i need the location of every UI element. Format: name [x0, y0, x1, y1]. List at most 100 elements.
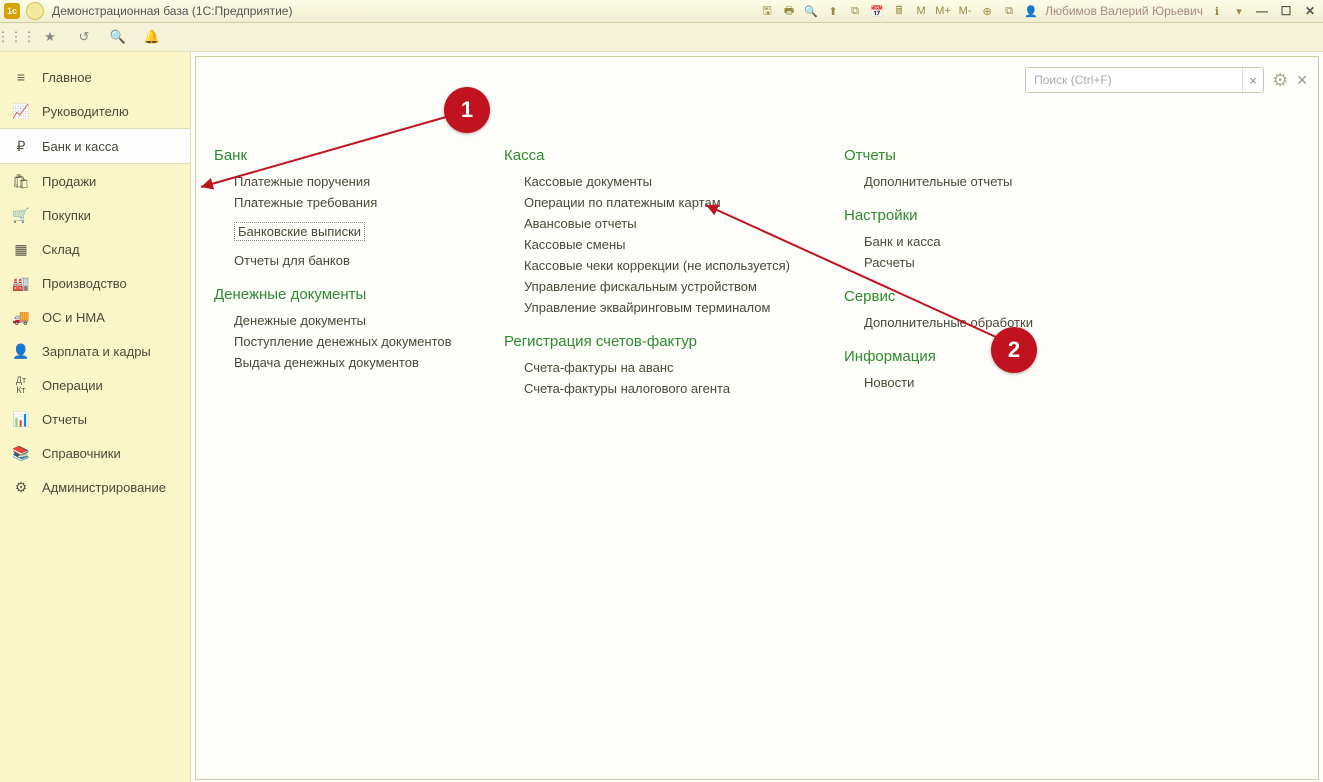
- column-3: Отчеты Дополнительные отчеты Настройки Б…: [844, 147, 1094, 402]
- sidebar-item-main[interactable]: ≡ Главное: [0, 60, 190, 94]
- sidebar-item-references[interactable]: 📚 Справочники: [0, 436, 190, 470]
- sidebar-item-label: Банк и касса: [42, 139, 119, 154]
- dtkt-icon: ДтКт: [12, 375, 30, 395]
- group-reg-sf-title[interactable]: Регистрация счетов-фактур: [504, 333, 804, 350]
- link-settings-bank[interactable]: Банк и касса: [864, 234, 1094, 249]
- content-header: × ⚙ ✕: [1025, 67, 1308, 93]
- sidebar-item-warehouse[interactable]: ▦ Склад: [0, 232, 190, 266]
- group-service-title[interactable]: Сервис: [844, 288, 1094, 305]
- sidebar-item-operations[interactable]: ДтКт Операции: [0, 368, 190, 402]
- window-title: Демонстрационная база (1С:Предприятие): [52, 4, 292, 18]
- sidebar-item-bank-cash[interactable]: ₽ Банк и касса: [0, 128, 190, 164]
- search-box: ×: [1025, 67, 1264, 93]
- link-extra-processing[interactable]: Дополнительные обработки: [864, 315, 1094, 330]
- content-panel: × ⚙ ✕ 1 2 Банк Платежные поручения Плате…: [195, 56, 1319, 780]
- toolbar: ⋮⋮⋮ ★ ↺ 🔍 🔔: [0, 23, 1323, 52]
- truck-icon: 🚚: [12, 309, 30, 326]
- menu-columns: Банк Платежные поручения Платежные требо…: [214, 147, 1300, 402]
- group-info-title[interactable]: Информация: [844, 348, 1094, 365]
- link-payment-demands[interactable]: Платежные требования: [234, 195, 464, 210]
- search-input[interactable]: [1026, 73, 1242, 87]
- group-money-docs-title[interactable]: Денежные документы: [214, 286, 464, 303]
- calendar-icon[interactable]: 📅: [869, 3, 885, 19]
- upload-icon[interactable]: ⬆: [825, 3, 841, 19]
- sidebar: ≡ Главное 📈 Руководителю ₽ Банк и касса …: [0, 52, 191, 782]
- link-news[interactable]: Новости: [864, 375, 1094, 390]
- help-icon[interactable]: ℹ: [1209, 3, 1225, 19]
- link-extra-reports[interactable]: Дополнительные отчеты: [864, 174, 1094, 189]
- favorite-icon[interactable]: ★: [40, 27, 60, 47]
- bell-icon[interactable]: 🔔: [142, 27, 162, 47]
- title-right-cluster: 🖫 🖶 🔍 ⬆ ⧉ 📅 🖩 M M+ M- ⊕ ⧉ 👤 Любимов Вале…: [759, 3, 1319, 19]
- minimize-button[interactable]: —: [1253, 3, 1271, 19]
- sidebar-item-manager[interactable]: 📈 Руководителю: [0, 94, 190, 128]
- calc-icon[interactable]: 🖩: [891, 3, 907, 19]
- link-card-operations[interactable]: Операции по платежным картам: [524, 195, 804, 210]
- group-kassa-title[interactable]: Касса: [504, 147, 804, 164]
- sidebar-item-purchases[interactable]: 🛒 Покупки: [0, 198, 190, 232]
- app-logo-icon: 1с: [4, 3, 20, 19]
- mem-mplus[interactable]: M+: [935, 3, 951, 19]
- group-settings-title[interactable]: Настройки: [844, 207, 1094, 224]
- mem-mminus[interactable]: M-: [957, 3, 973, 19]
- sidebar-item-label: Склад: [42, 242, 80, 257]
- link-acquiring-terminal[interactable]: Управление эквайринговым терминалом: [524, 300, 804, 315]
- search-clear-button[interactable]: ×: [1242, 68, 1263, 92]
- dropdown-icon[interactable]: ▾: [1231, 3, 1247, 19]
- panel-close-icon[interactable]: ✕: [1296, 72, 1308, 89]
- link-money-docs[interactable]: Денежные документы: [234, 313, 464, 328]
- zoom-in-icon[interactable]: ⊕: [979, 3, 995, 19]
- sidebar-item-label: Администрирование: [42, 480, 166, 495]
- preview-icon[interactable]: 🔍: [803, 3, 819, 19]
- bars-icon: 📊: [12, 411, 30, 428]
- sidebar-item-admin[interactable]: ⚙ Администрирование: [0, 470, 190, 504]
- apps-icon[interactable]: ⋮⋮⋮: [6, 27, 26, 47]
- sidebar-item-label: Отчеты: [42, 412, 87, 427]
- sidebar-item-hr[interactable]: 👤 Зарплата и кадры: [0, 334, 190, 368]
- link-cash-docs[interactable]: Кассовые документы: [524, 174, 804, 189]
- nav-circle-icon[interactable]: [26, 2, 44, 20]
- link-correction-checks[interactable]: Кассовые чеки коррекции (не используется…: [524, 258, 804, 273]
- chart-icon: 📈: [12, 103, 30, 120]
- link-cash-shifts[interactable]: Кассовые смены: [524, 237, 804, 252]
- link-sf-tax-agent[interactable]: Счета-фактуры налогового агента: [524, 381, 804, 396]
- link-payment-orders[interactable]: Платежные поручения: [234, 174, 464, 189]
- grid-icon: ▦: [12, 241, 30, 258]
- sidebar-item-label: Справочники: [42, 446, 121, 461]
- sidebar-item-label: ОС и НМА: [42, 310, 105, 325]
- sidebar-item-production[interactable]: 🏭 Производство: [0, 266, 190, 300]
- book-icon[interactable]: ⧉: [1001, 3, 1017, 19]
- close-button[interactable]: ✕: [1301, 3, 1319, 19]
- annotation-badge-2: 2: [991, 327, 1037, 373]
- link-bank-statements[interactable]: Банковские выписки: [234, 222, 365, 241]
- sidebar-item-label: Руководителю: [42, 104, 129, 119]
- link-fiscal-device[interactable]: Управление фискальным устройством: [524, 279, 804, 294]
- column-1: Банк Платежные поручения Платежные требо…: [214, 147, 464, 402]
- sidebar-item-label: Производство: [42, 276, 127, 291]
- mem-m[interactable]: M: [913, 3, 929, 19]
- sidebar-item-sales[interactable]: 🛍 Продажи: [0, 164, 190, 198]
- sidebar-item-label: Продажи: [42, 174, 96, 189]
- group-reports-title[interactable]: Отчеты: [844, 147, 1094, 164]
- link-advance-reports[interactable]: Авансовые отчеты: [524, 216, 804, 231]
- link-money-docs-in[interactable]: Поступление денежных документов: [234, 334, 464, 349]
- history-icon[interactable]: ↺: [74, 27, 94, 47]
- sidebar-item-reports[interactable]: 📊 Отчеты: [0, 402, 190, 436]
- link-money-docs-out[interactable]: Выдача денежных документов: [234, 355, 464, 370]
- print-icon[interactable]: 🖶: [781, 3, 797, 19]
- sidebar-item-label: Главное: [42, 70, 92, 85]
- user-name[interactable]: Любимов Валерий Юрьевич: [1045, 4, 1203, 18]
- sidebar-item-assets[interactable]: 🚚 ОС и НМА: [0, 300, 190, 334]
- link-settings-calc[interactable]: Расчеты: [864, 255, 1094, 270]
- link-sf-advance[interactable]: Счета-фактуры на аванс: [524, 360, 804, 375]
- sidebar-item-label: Операции: [42, 378, 103, 393]
- save-icon[interactable]: 🖫: [759, 3, 775, 19]
- search-icon[interactable]: 🔍: [108, 27, 128, 47]
- link-bank-reports[interactable]: Отчеты для банков: [234, 253, 464, 268]
- group-bank-title[interactable]: Банк: [214, 147, 464, 164]
- maximize-button[interactable]: ☐: [1277, 3, 1295, 19]
- compare-icon[interactable]: ⧉: [847, 3, 863, 19]
- person-icon: 👤: [12, 343, 30, 360]
- gear-icon: ⚙: [12, 479, 30, 496]
- settings-gear-icon[interactable]: ⚙: [1272, 70, 1288, 91]
